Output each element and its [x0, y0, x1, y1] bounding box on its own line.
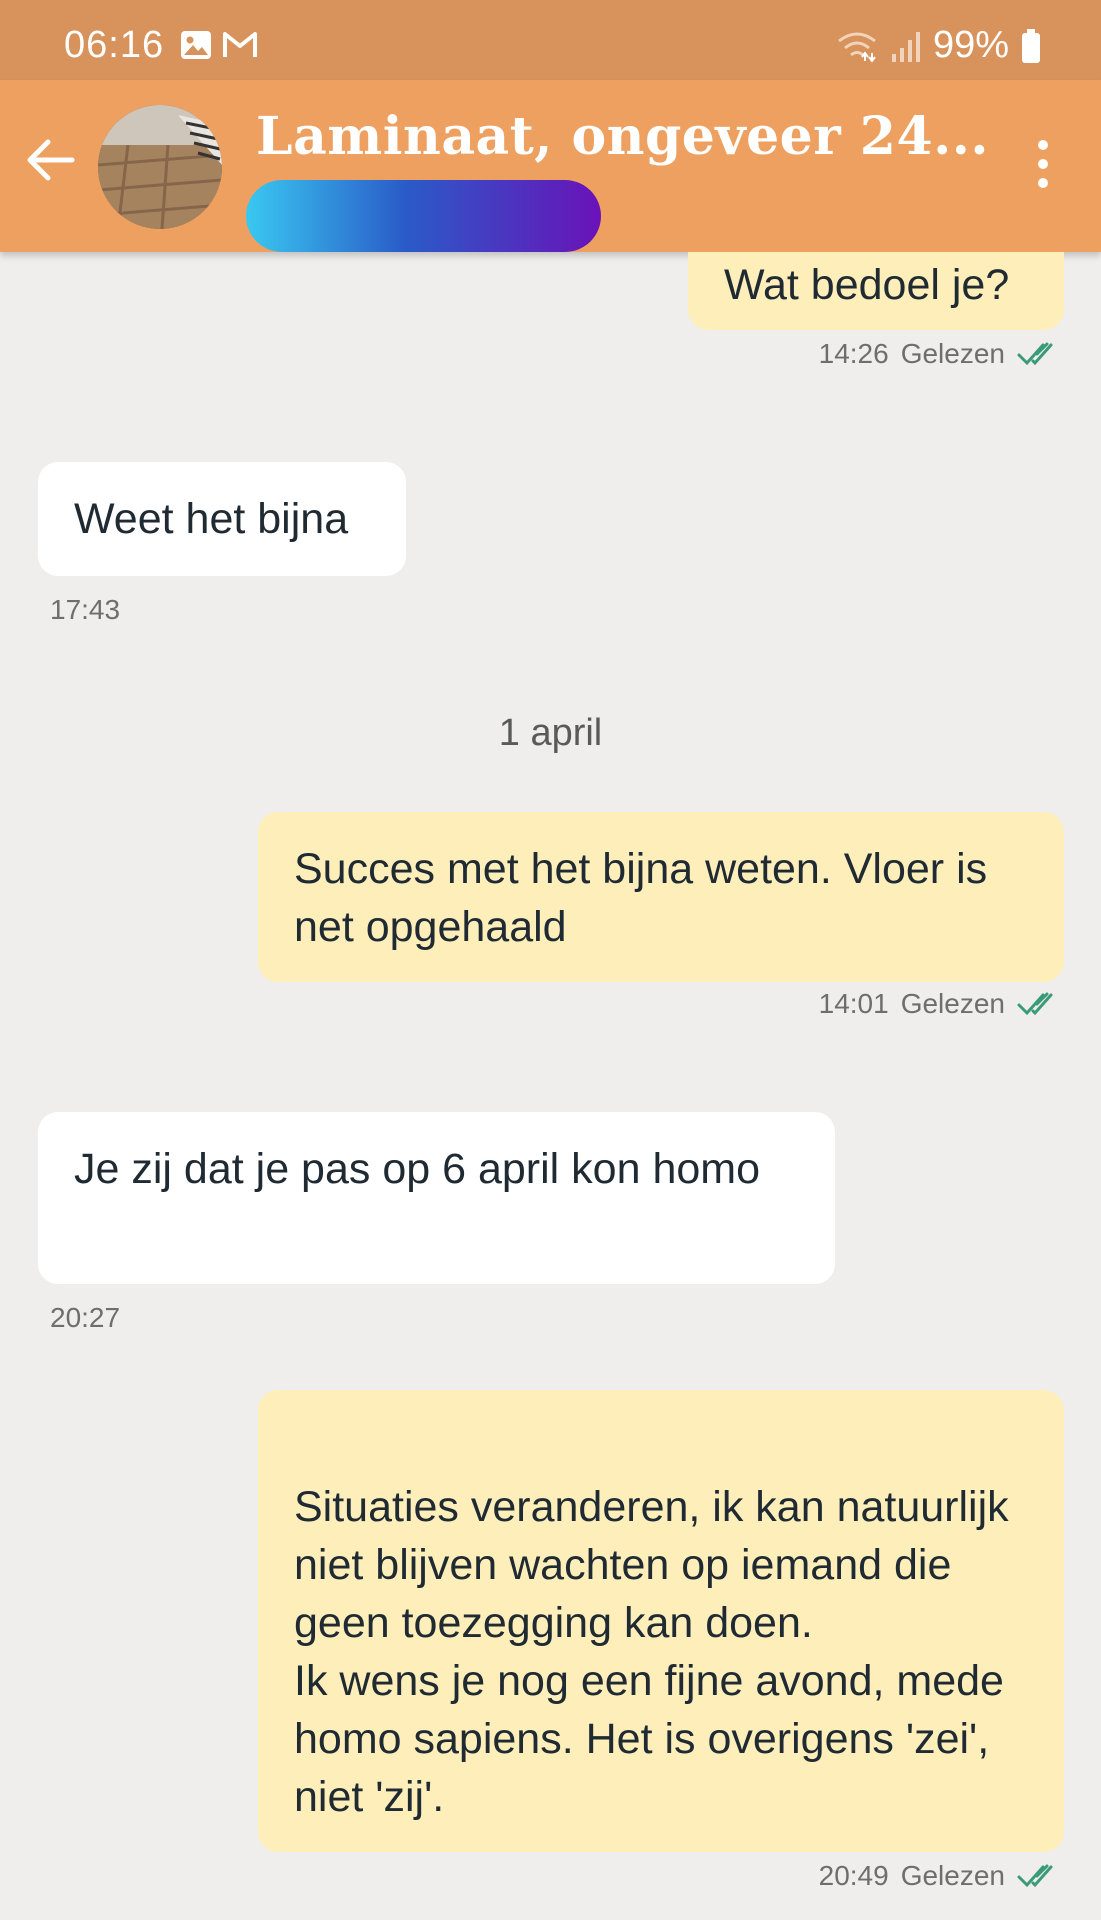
more-vert-icon[interactable] [1023, 140, 1063, 200]
battery-percent: 99% [932, 24, 1009, 66]
notification-icons [180, 30, 258, 60]
read-status: Gelezen [900, 988, 1005, 1019]
chat-header: Laminaat, ongeveer 24... [0, 80, 1101, 252]
battery-icon [1022, 28, 1040, 63]
message-text: Situaties veranderen, ik kan natuurlijk … [294, 1483, 1009, 1821]
incoming-message[interactable]: Je zij dat je pas op 6 april kon homo [38, 1112, 835, 1284]
double-check-icon [1017, 342, 1053, 366]
message-time: 20:49 [818, 1860, 889, 1891]
wifi-icon [838, 32, 876, 63]
outgoing-message[interactable]: Succes met het bijna weten. Vloer is net… [258, 812, 1064, 982]
message-meta: 14:26 Gelezen [819, 338, 1063, 370]
double-check-icon [1017, 1864, 1053, 1888]
outgoing-message[interactable]: Situaties veranderen, ik kan natuurlijk … [258, 1390, 1064, 1852]
message-meta: 20:49 Gelezen [819, 1860, 1063, 1892]
signal-icon [891, 31, 920, 62]
outgoing-message[interactable]: Wat bedoel je? [688, 252, 1064, 330]
back-arrow-icon[interactable] [22, 132, 78, 188]
image-icon [181, 31, 211, 59]
message-time: 20:27 [50, 1302, 121, 1333]
message-meta: 14:01 Gelezen [819, 988, 1063, 1020]
date-separator: 1 april [498, 712, 603, 754]
message-text: Wat bedoel je? [724, 261, 1010, 309]
message-time: 14:26 [818, 338, 889, 369]
chat-title[interactable]: Laminaat, ongeveer 24... [256, 106, 989, 167]
status-bar: 06:16 99% [0, 0, 1101, 80]
laminate-floor-photo-icon [98, 105, 222, 229]
message-time: 14:01 [818, 988, 889, 1019]
read-status: Gelezen [900, 338, 1005, 369]
system-icons: 99% [835, 24, 1041, 67]
message-text: Je zij dat je pas op 6 april kon homo [74, 1145, 761, 1193]
read-status: Gelezen [900, 1860, 1005, 1891]
gmail-icon [223, 32, 257, 57]
message-meta: 17:43 [50, 594, 120, 626]
double-check-icon [1017, 992, 1053, 1016]
status-time: 06:16 [64, 24, 165, 66]
message-meta: 20:27 [50, 1302, 120, 1334]
avatar[interactable] [98, 105, 222, 229]
message-text: Succes met het bijna weten. Vloer is net… [294, 845, 988, 951]
incoming-message[interactable]: Weet het bijna [38, 462, 406, 576]
redacted-subtitle [246, 180, 601, 252]
message-time: 17:43 [50, 594, 121, 625]
message-text: Weet het bijna [74, 495, 349, 543]
